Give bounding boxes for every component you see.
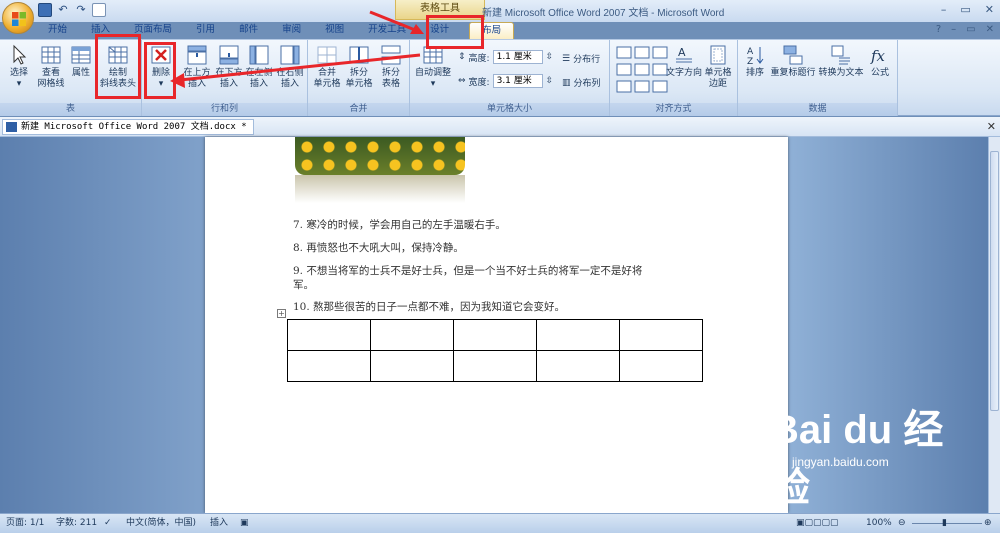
document-tab-bar: 新建 Microsoft Office Word 2007 文档.docx * … xyxy=(0,117,1000,137)
office-button[interactable] xyxy=(2,2,34,34)
list-item: 9. 不想当将军的士兵不是好士兵，但是一个当不好士兵的将军一定不是好将 xyxy=(293,265,643,277)
scrollbar-thumb[interactable] xyxy=(990,151,999,411)
table-row xyxy=(287,350,703,382)
insert-mode[interactable]: 插入 xyxy=(210,514,228,533)
zoom-slider[interactable] xyxy=(912,523,982,524)
zoom-in-icon[interactable]: ⊕ xyxy=(984,514,992,533)
language-indicator[interactable]: 中文(简体，中国) xyxy=(126,514,196,533)
table-cell[interactable] xyxy=(536,319,620,351)
status-bar: 页面: 1/1 字数: 211 ✓ 中文(简体，中国) 插入 ▣ ▣▢▢▢▢ 1… xyxy=(0,513,1000,533)
page-count[interactable]: 页面: 1/1 xyxy=(6,514,44,533)
table-row xyxy=(287,319,703,351)
list-item: 7. 寒冷的时候，学会用自己的左手温暖右手。 xyxy=(293,219,506,231)
table-move-handle-icon[interactable]: + xyxy=(277,309,286,318)
view-buttons[interactable]: ▣▢▢▢▢ xyxy=(796,514,839,533)
list-item: 10. 熬那些很苦的日子一点都不难，因为我知道它会变好。 xyxy=(293,301,566,313)
document-workspace: 7. 寒冷的时候，学会用自己的左手温暖右手。 8. 再愤怒也不大吼大叫，保持冷静… xyxy=(0,137,988,513)
table-cell[interactable] xyxy=(619,319,703,351)
table-cell[interactable] xyxy=(619,350,703,382)
vertical-scrollbar[interactable] xyxy=(988,137,1000,513)
table-cell[interactable] xyxy=(453,350,537,382)
zoom-level[interactable]: 100% xyxy=(866,514,892,533)
word-count[interactable]: 字数: 211 xyxy=(56,514,97,533)
table-cell[interactable] xyxy=(287,350,371,382)
watermark-url: jingyan.baidu.com xyxy=(792,455,889,469)
office-logo-icon xyxy=(12,12,26,26)
table-cell[interactable] xyxy=(370,350,454,382)
arrow-to-delete xyxy=(170,53,421,88)
macro-record-icon[interactable]: ▣ xyxy=(240,514,249,533)
table-cell[interactable] xyxy=(287,319,371,351)
document-tab[interactable]: 新建 Microsoft Office Word 2007 文档.docx * xyxy=(2,119,254,135)
zoom-out-icon[interactable]: ⊖ xyxy=(898,514,906,533)
list-item: 8. 再愤怒也不大吼大叫，保持冷静。 xyxy=(293,242,464,254)
close-document-icon[interactable]: ✕ xyxy=(987,120,996,133)
document-page[interactable]: 7. 寒冷的时候，学会用自己的左手温暖右手。 8. 再愤怒也不大吼大叫，保持冷静… xyxy=(205,137,788,513)
sunflower-image xyxy=(295,137,465,175)
zoom-slider-thumb-icon[interactable]: ▮ xyxy=(942,514,947,533)
baidu-watermark: Bai du 经验 jingyan.baidu.com xyxy=(730,397,970,510)
word-doc-icon xyxy=(6,122,17,132)
document-table[interactable] xyxy=(287,319,703,382)
table-cell[interactable] xyxy=(453,319,537,351)
arrow-to-layout-tab xyxy=(369,10,424,34)
spellcheck-icon[interactable]: ✓ xyxy=(104,514,112,533)
list-item-continuation: 军。 xyxy=(293,279,314,291)
table-cell[interactable] xyxy=(370,319,454,351)
image-reflection xyxy=(295,175,465,203)
table-cell[interactable] xyxy=(536,350,620,382)
